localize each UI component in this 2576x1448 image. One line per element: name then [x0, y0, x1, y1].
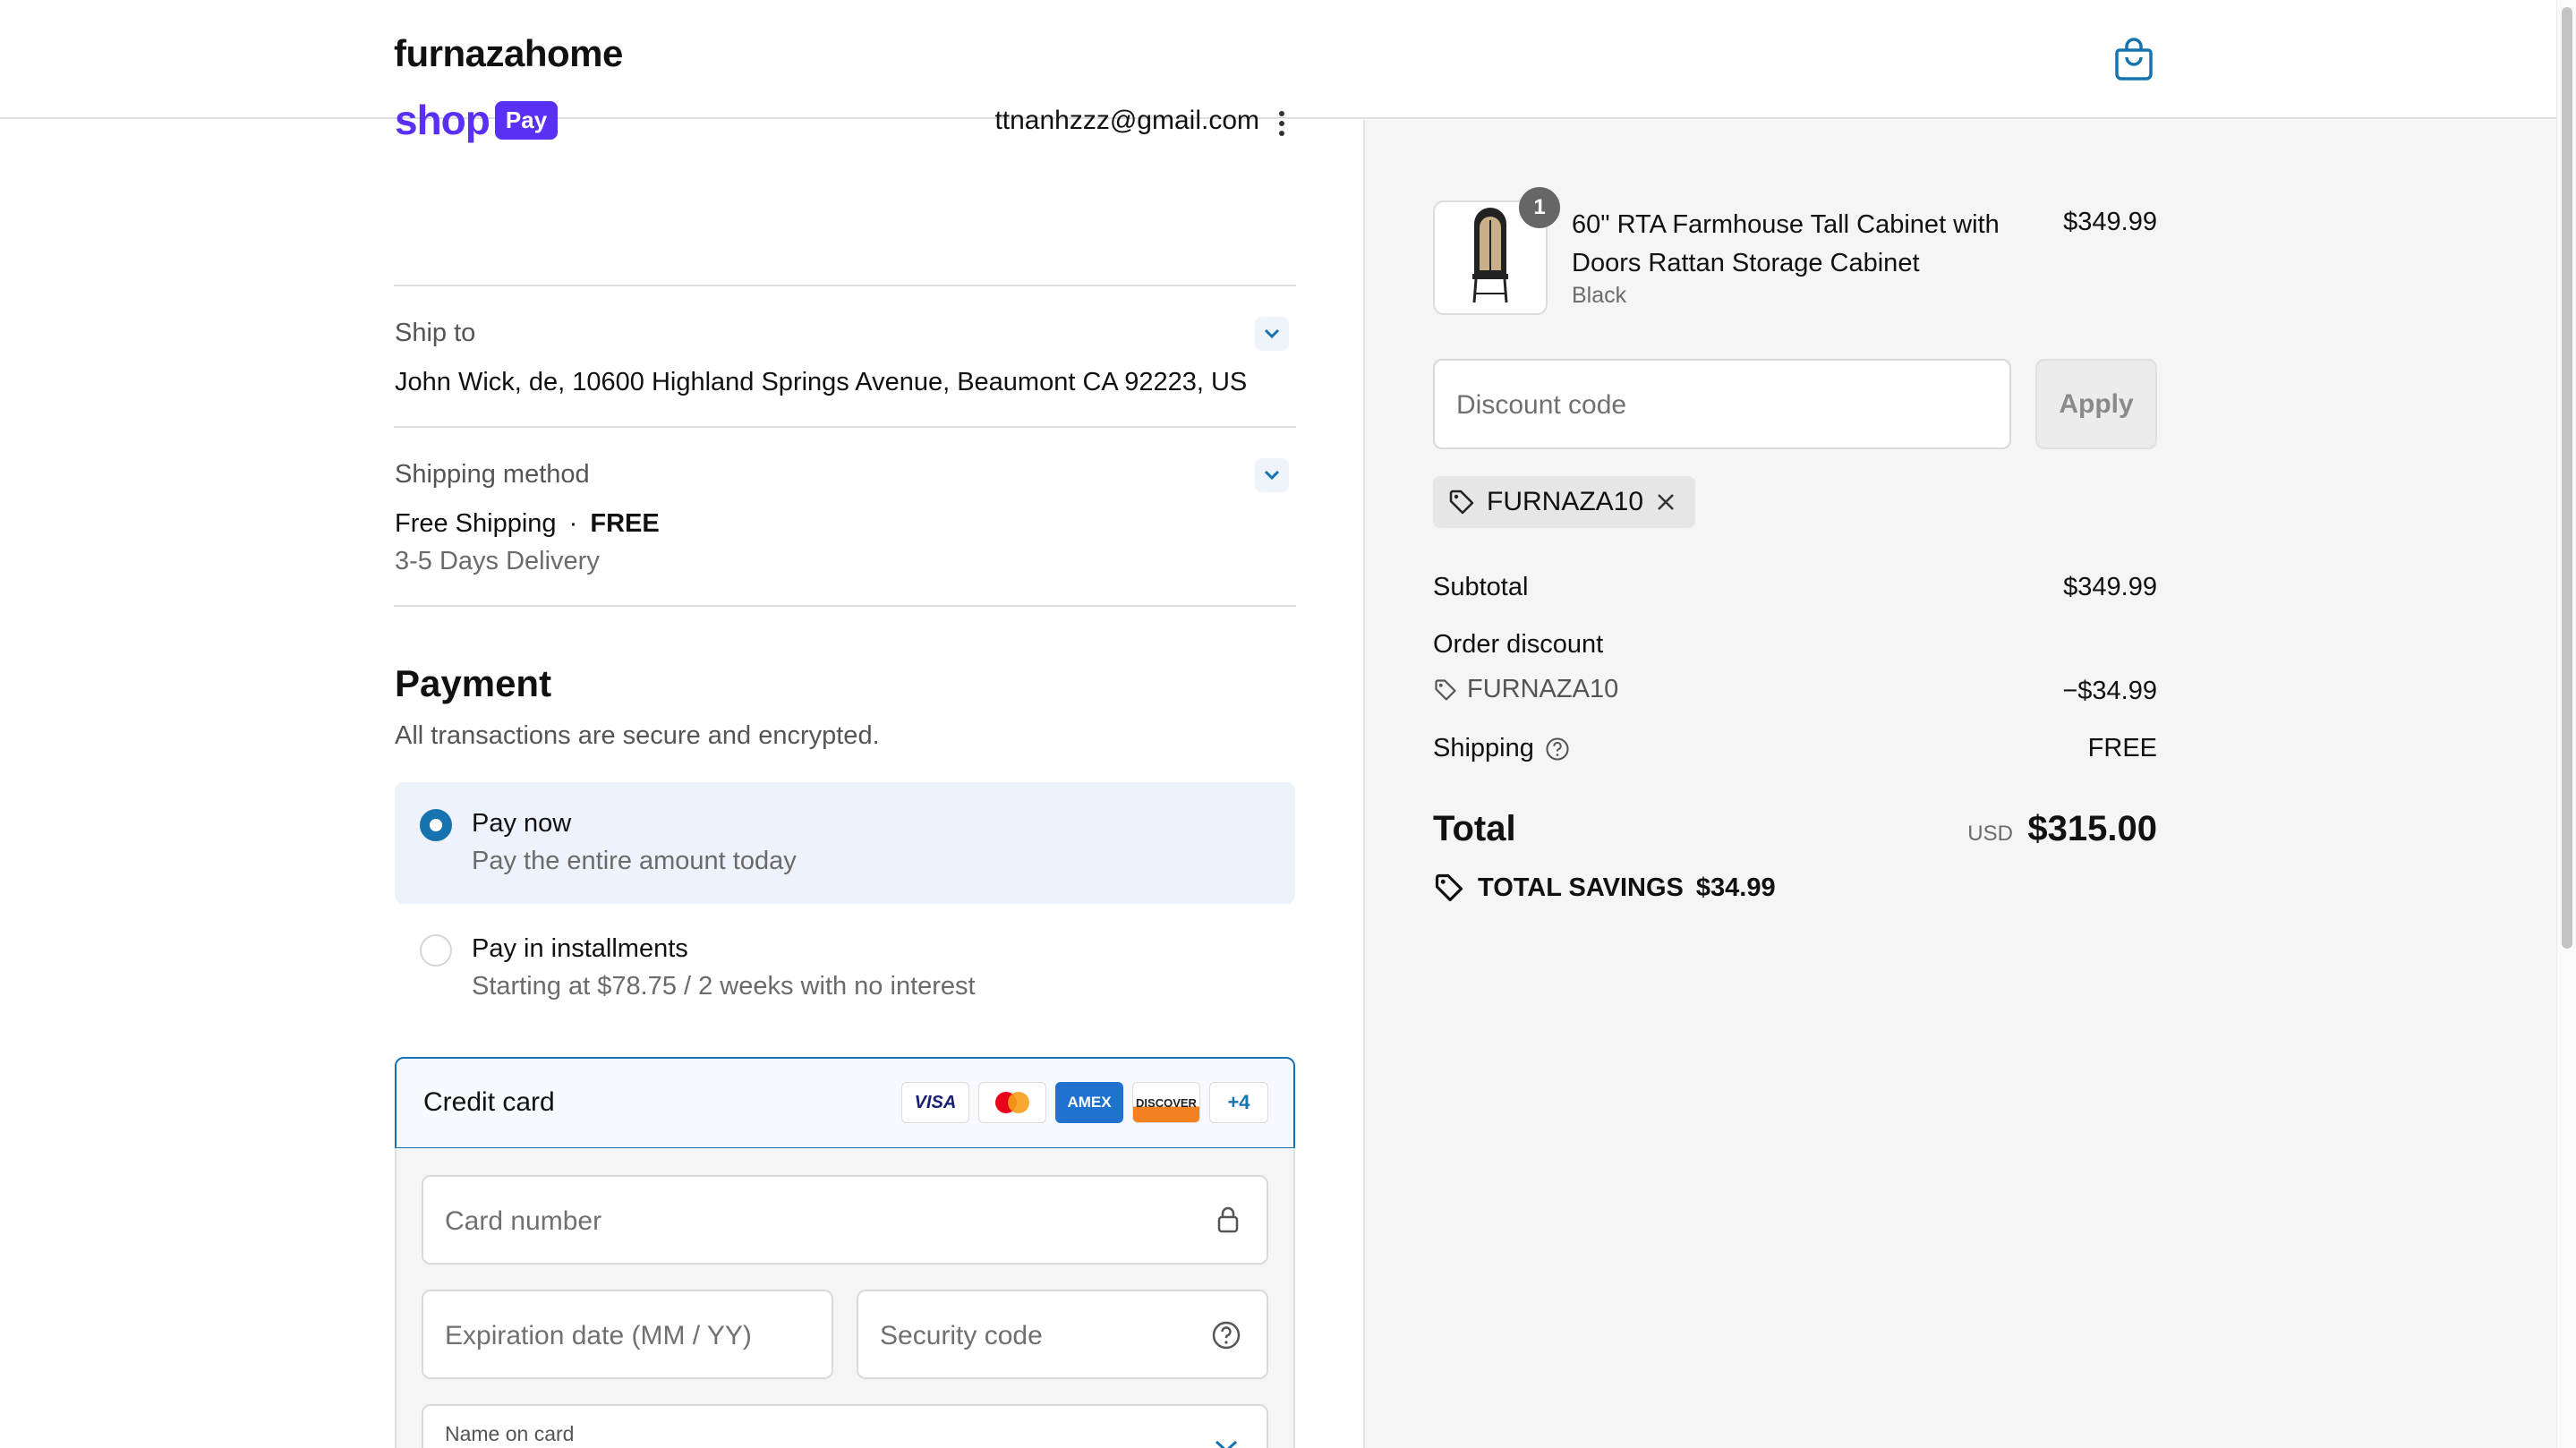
- pay-installments-option[interactable]: Pay in installments Starting at $78.75 /…: [395, 906, 1295, 1031]
- credit-card-form: Card number Expiration date (MM / YY) Se…: [395, 1148, 1295, 1448]
- shipping-method-name: Free Shipping: [395, 509, 557, 538]
- divider: [394, 285, 1296, 286]
- shipping-method-price: FREE: [590, 509, 660, 538]
- total-label: Total: [1433, 809, 1516, 848]
- pay-installments-radio[interactable]: [420, 934, 452, 967]
- shipping-method-value: Free Shipping · FREE: [395, 509, 660, 539]
- pay-now-option[interactable]: Pay now Pay the entire amount today: [395, 782, 1295, 904]
- chevron-down-icon: [1264, 470, 1280, 481]
- subtotal-label: Subtotal: [1433, 573, 1529, 601]
- total-savings: TOTAL SAVINGS $34.99: [1433, 872, 1776, 904]
- discount-code-placeholder: Discount code: [1456, 390, 1627, 420]
- total-savings-label: TOTAL SAVINGS: [1478, 873, 1684, 902]
- applied-discount-chip: FURNAZA10: [1433, 476, 1696, 528]
- mastercard-icon: [978, 1082, 1046, 1123]
- product-price: $349.99: [2063, 208, 2157, 236]
- order-discount-code: FURNAZA10: [1433, 675, 1618, 704]
- payment-subtitle: All transactions are secure and encrypte…: [395, 721, 880, 750]
- remove-discount-icon[interactable]: [1654, 490, 1677, 514]
- more-cards-badge: +4: [1209, 1082, 1268, 1123]
- total-currency: USD: [1967, 822, 2013, 846]
- scrollbar-thumb[interactable]: [2562, 7, 2572, 949]
- chevron-down-icon: [1264, 328, 1280, 339]
- shipping-eta: 3-5 Days Delivery: [395, 547, 600, 575]
- total-savings-value: $34.99: [1695, 873, 1776, 902]
- ship-to-address: John Wick, de, 10600 Highland Springs Av…: [395, 368, 1248, 396]
- shop-pay-pill: Pay: [494, 100, 559, 140]
- pay-now-radio[interactable]: [420, 809, 452, 841]
- divider: [394, 426, 1296, 428]
- separator: ·: [568, 509, 578, 538]
- credit-card-option[interactable]: Credit card VISA AMEX DISCOVER +4: [395, 1057, 1295, 1149]
- store-logo[interactable]: furnazahome: [394, 32, 623, 75]
- shipping-value: FREE: [2087, 734, 2157, 762]
- expiration-date-field[interactable]: Expiration date (MM / YY): [422, 1290, 833, 1379]
- account-email: ttnanhzzz@gmail.com: [994, 106, 1259, 135]
- visa-icon: VISA: [901, 1082, 969, 1123]
- shipping-row-label: Shipping: [1433, 734, 1570, 763]
- lock-icon: [1217, 1206, 1239, 1233]
- help-circle-icon[interactable]: [1211, 1320, 1241, 1350]
- quantity-badge: 1: [1519, 187, 1560, 228]
- shipping-method-expand-button[interactable]: [1255, 458, 1289, 492]
- security-code-placeholder: Security code: [880, 1321, 1043, 1350]
- pay-installments-subtitle: Starting at $78.75 / 2 weeks with no int…: [472, 972, 976, 1001]
- order-discount-value: −$34.99: [2062, 677, 2157, 705]
- shipping-label: Shipping: [1433, 734, 1534, 762]
- subtotal-value: $349.99: [2063, 573, 2157, 601]
- shop-pay-logo: shop Pay: [395, 97, 559, 143]
- order-discount-code-text: FURNAZA10: [1467, 675, 1619, 703]
- tag-icon: [1449, 490, 1474, 515]
- savings-tag-icon: [1435, 873, 1463, 902]
- more-options-icon[interactable]: [1273, 106, 1291, 141]
- shopping-bag-icon[interactable]: [2114, 36, 2154, 81]
- pay-now-title: Pay now: [472, 809, 572, 838]
- total-value: $315.00: [2027, 809, 2157, 848]
- expiration-date-placeholder: Expiration date (MM / YY): [445, 1321, 752, 1350]
- shipping-method-label: Shipping method: [395, 460, 590, 489]
- amex-icon: AMEX: [1055, 1082, 1123, 1123]
- card-brand-list: VISA AMEX DISCOVER +4: [901, 1082, 1268, 1123]
- name-on-card-field[interactable]: Name on card: [422, 1404, 1268, 1448]
- apply-discount-button[interactable]: Apply: [2035, 359, 2157, 449]
- applied-discount-code: FURNAZA10: [1487, 487, 1644, 516]
- card-number-placeholder: Card number: [445, 1206, 602, 1236]
- tag-icon: [1435, 678, 1456, 701]
- chevron-down-icon: [1215, 1440, 1238, 1448]
- name-on-card-label: Name on card: [445, 1422, 575, 1445]
- order-discount-label: Order discount: [1433, 630, 1604, 659]
- shop-pay-word: shop: [395, 97, 490, 143]
- ship-to-expand-button[interactable]: [1255, 317, 1289, 351]
- payment-heading: Payment: [395, 662, 552, 704]
- pay-installments-title: Pay in installments: [472, 934, 688, 963]
- discover-icon: DISCOVER: [1132, 1082, 1200, 1123]
- ship-to-label: Ship to: [395, 319, 476, 347]
- product-name: 60" RTA Farmhouse Tall Cabinet with Door…: [1572, 210, 2000, 277]
- card-number-field[interactable]: Card number: [422, 1175, 1268, 1265]
- pay-now-subtitle: Pay the entire amount today: [472, 847, 797, 875]
- product-variant: Black: [1572, 283, 1627, 308]
- security-code-field[interactable]: Security code: [857, 1290, 1268, 1379]
- site-header: furnazahome: [0, 0, 2576, 119]
- help-circle-icon[interactable]: [1545, 737, 1570, 762]
- credit-card-label: Credit card: [423, 1087, 555, 1117]
- total-amount: USD $315.00: [1844, 809, 2157, 849]
- order-summary: [1363, 120, 2556, 1448]
- divider: [394, 605, 1296, 607]
- discount-code-input[interactable]: Discount code: [1433, 359, 2011, 449]
